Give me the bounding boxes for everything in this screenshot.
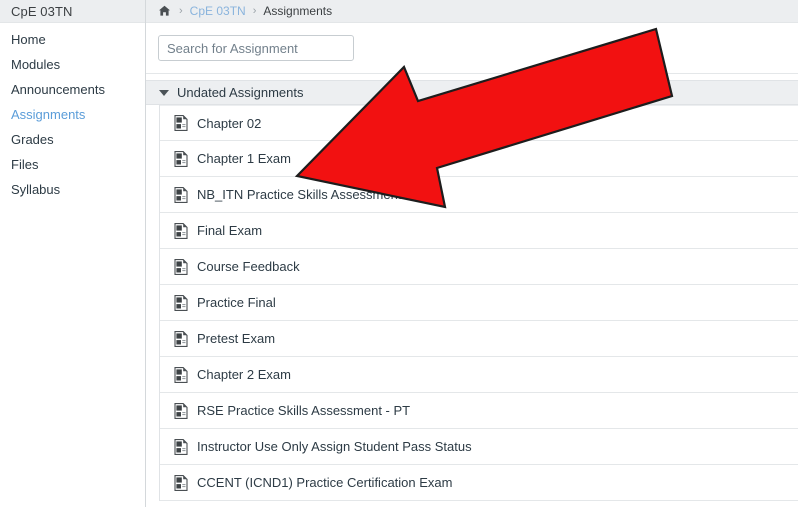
sidebar-item-syllabus[interactable]: Syllabus <box>0 177 145 202</box>
search-toolbar <box>146 23 798 74</box>
main-content: › CpE 03TN › Assignments Undated Assignm… <box>146 0 798 507</box>
assignment-name: Final Exam <box>197 223 263 238</box>
assignment-doc-icon <box>174 258 188 275</box>
assignment-doc-icon <box>174 294 188 311</box>
assignment-name: Pretest Exam <box>197 331 276 346</box>
assignment-row[interactable]: Instructor Use Only Assign Student Pass … <box>160 429 798 465</box>
assignment-name: Chapter 02 <box>197 115 262 131</box>
home-icon[interactable] <box>158 5 171 17</box>
assignment-name: RSE Practice Skills Assessment - PT <box>197 403 411 418</box>
course-nav-list: Home Modules Announcements Assignments G… <box>0 23 145 202</box>
assignment-doc-icon <box>174 222 188 239</box>
assignment-name: Practice Final <box>197 295 276 310</box>
assignment-row[interactable]: Chapter 02 <box>160 105 798 141</box>
assignment-doc-icon <box>174 438 188 455</box>
assignment-name: Chapter 2 Exam <box>197 367 291 382</box>
assignment-row[interactable]: Course Feedback <box>160 249 798 285</box>
breadcrumb-separator-1: › <box>179 5 183 17</box>
assignment-row[interactable]: Final Exam <box>160 213 798 249</box>
assignment-doc-icon <box>174 402 188 419</box>
assignment-row[interactable]: Chapter 1 Exam <box>160 141 798 177</box>
assignment-name: Chapter 1 Exam <box>197 151 291 166</box>
assignment-row[interactable]: Practice Final <box>160 285 798 321</box>
assignment-name: NB_ITN Practice Skills Assessment - PT <box>197 187 430 202</box>
assignment-row[interactable]: NB_ITN Practice Skills Assessment - PT <box>160 177 798 213</box>
breadcrumb-separator-2: › <box>252 5 257 17</box>
canvas-assignments-page: CpE 03TN Home Modules Announcements Assi… <box>0 0 798 507</box>
sidebar-item-home[interactable]: Home <box>0 27 145 52</box>
assignment-name: Course Feedback <box>197 259 300 274</box>
sidebar-item-assignments[interactable]: Assignments <box>0 102 145 127</box>
assignment-row[interactable]: RSE Practice Skills Assessment - PT <box>160 393 798 429</box>
assignment-row[interactable]: CCENT (ICND1) Practice Certification Exa… <box>160 465 798 501</box>
course-sidebar: CpE 03TN Home Modules Announcements Assi… <box>0 0 146 507</box>
sidebar-item-modules[interactable]: Modules <box>0 52 145 77</box>
assignment-doc-icon <box>174 115 188 131</box>
assignment-doc-icon <box>174 330 188 347</box>
caret-down-icon[interactable] <box>159 89 169 96</box>
assignment-row[interactable]: Pretest Exam <box>160 321 798 357</box>
assignment-name: Instructor Use Only Assign Student Pass … <box>197 439 472 454</box>
sidebar-item-grades[interactable]: Grades <box>0 127 145 152</box>
breadcrumb: › CpE 03TN › Assignments <box>146 0 798 23</box>
sidebar-item-announcements[interactable]: Announcements <box>0 77 145 102</box>
assignment-doc-icon <box>174 150 188 167</box>
assignment-row[interactable]: Chapter 2 Exam <box>160 357 798 393</box>
breadcrumb-current-page: Assignments <box>263 4 333 18</box>
course-title-bar: CpE 03TN <box>0 0 145 23</box>
assignment-group-title: Undated Assignments <box>177 85 304 100</box>
breadcrumb-course-link[interactable]: CpE 03TN <box>190 4 246 18</box>
assignment-name: CCENT (ICND1) Practice Certification Exa… <box>197 475 453 490</box>
sidebar-item-files[interactable]: Files <box>0 152 145 177</box>
assignment-list: Chapter 02 Chapter 1 Exam NB_ITN Practic… <box>159 105 798 501</box>
assignment-doc-icon <box>174 186 188 203</box>
assignment-doc-icon <box>174 474 188 491</box>
search-input[interactable] <box>158 35 354 61</box>
assignment-doc-icon <box>174 366 188 383</box>
assignment-group-header[interactable]: Undated Assignments <box>146 80 798 105</box>
course-title: CpE 03TN <box>11 3 73 19</box>
